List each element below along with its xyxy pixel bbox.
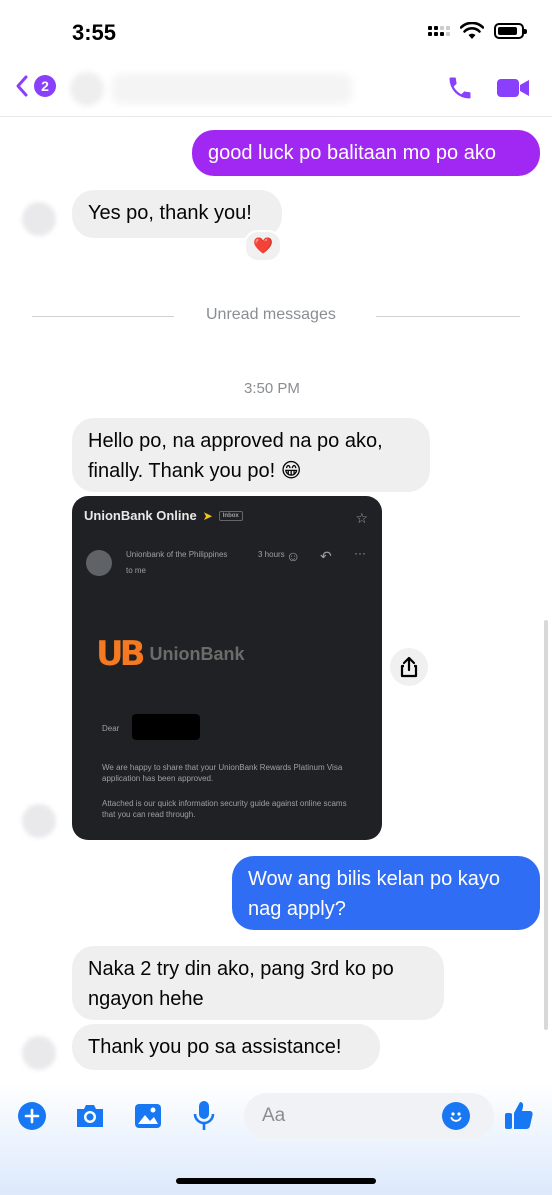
email-greeting: Dear (102, 724, 120, 733)
attachment-app-title: UnionBank Online (84, 508, 197, 523)
reply-icon: ↶ (320, 548, 332, 564)
wifi-icon (460, 22, 484, 39)
sent-message[interactable]: Wow ang bilis kelan po kayo nag apply? (232, 856, 540, 930)
inbox-tag: Inbox (218, 510, 243, 521)
message-timestamp: 3:50 PM (244, 380, 300, 397)
video-call-icon[interactable] (496, 76, 530, 100)
contact-avatar-small (22, 1036, 56, 1070)
camera-icon[interactable] (72, 1100, 108, 1132)
email-body-1: We are happy to share that your UnionBan… (102, 763, 343, 783)
header-divider (0, 116, 552, 117)
separator-line-left (32, 316, 174, 317)
scrollbar[interactable] (544, 620, 548, 1030)
email-body-2: Attached is our quick information securi… (102, 799, 347, 819)
more-options-icon: ··· (354, 546, 366, 560)
status-icons (428, 22, 527, 40)
redacted-name (132, 714, 200, 740)
reaction-emoji: ❤️ (253, 238, 273, 255)
gallery-icon[interactable] (130, 1100, 166, 1132)
heart-reaction-icon[interactable]: ❤️ (244, 230, 282, 262)
attachment-header: UnionBank Online ➤ Inbox (84, 508, 243, 523)
contact-avatar-small (22, 202, 56, 236)
thumbs-up-icon[interactable] (502, 1098, 536, 1132)
unread-separator: Unread messages (206, 306, 336, 323)
email-time: 3 hours (258, 550, 285, 559)
contact-name-redacted[interactable] (112, 74, 352, 104)
header-actions (446, 74, 530, 102)
plus-icon[interactable] (18, 1102, 46, 1130)
received-message[interactable]: Naka 2 try din ako, pang 3rd ko po ngayo… (72, 946, 444, 1020)
back-button[interactable]: 2 (14, 74, 56, 98)
sender-avatar (86, 550, 112, 576)
contact-avatar-small (22, 804, 56, 838)
share-icon (400, 656, 418, 678)
emoji-icon[interactable] (442, 1102, 470, 1130)
email-screenshot-attachment[interactable]: UnionBank Online ➤ Inbox ☆ Unionbank of … (72, 496, 382, 840)
message-input-placeholder: Aa (262, 1105, 286, 1126)
unionbank-logo: UB UnionBank (96, 634, 245, 674)
emoji-react-icon: ☺ (286, 548, 301, 564)
separator-line-right (376, 316, 520, 317)
email-sender: Unionbank of the Philippines (126, 550, 228, 559)
battery-icon (494, 23, 527, 39)
brand-name: UnionBank (149, 643, 245, 664)
chevron-left-icon (16, 75, 28, 97)
microphone-icon[interactable] (188, 1098, 220, 1134)
plus-glyph-icon (24, 1108, 40, 1124)
phone-call-icon[interactable] (446, 74, 474, 102)
unionbank-mark-icon: UB (96, 634, 145, 674)
status-time: 3:55 (72, 20, 117, 45)
cellular-signal-icon (428, 26, 450, 36)
sent-message[interactable]: good luck po balitaan mo po ako (192, 130, 540, 176)
share-button[interactable] (390, 648, 428, 686)
email-recipient: to me (126, 566, 147, 575)
important-marker-icon: ➤ (202, 508, 213, 523)
contact-avatar[interactable] (70, 72, 104, 106)
home-indicator (176, 1178, 376, 1184)
star-icon: ☆ (355, 510, 368, 526)
received-message[interactable]: Thank you po sa assistance! (72, 1024, 380, 1070)
received-message[interactable]: Hello po, na approved na po ako, finally… (72, 418, 430, 492)
unread-count-badge: 2 (34, 75, 56, 97)
